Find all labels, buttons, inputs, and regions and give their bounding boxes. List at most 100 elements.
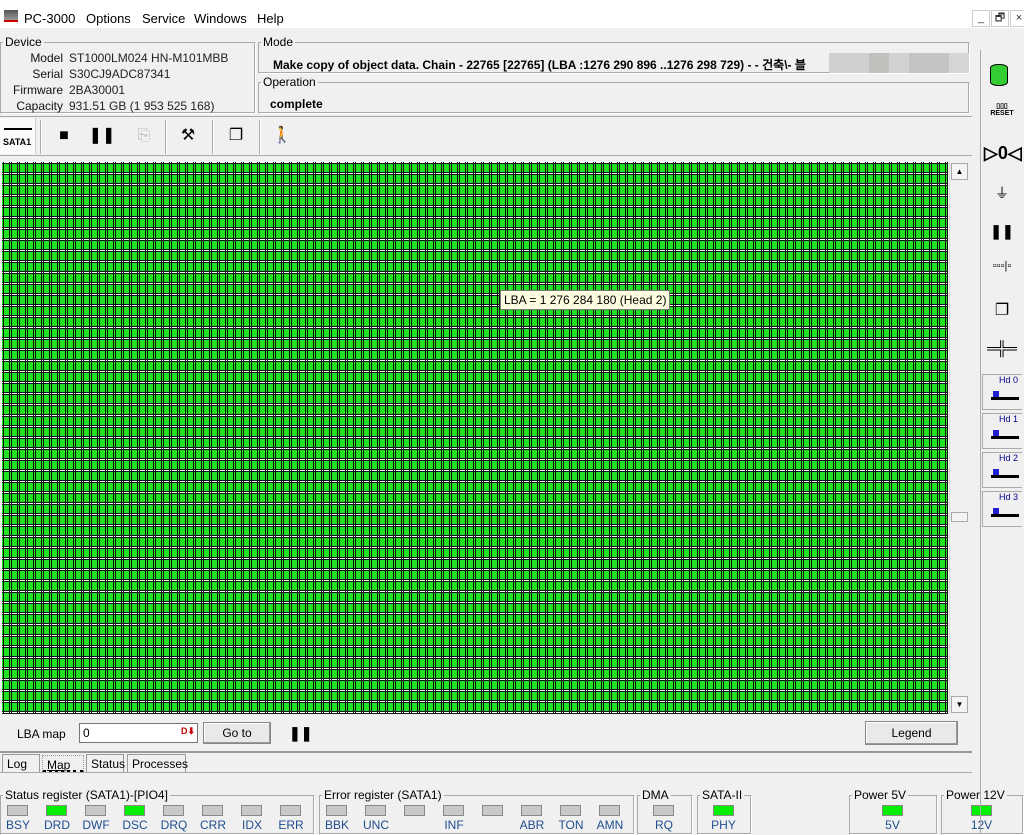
head-1-button[interactable]: Hd 1: [982, 413, 1022, 449]
dec-hex-toggle-icon[interactable]: D⬇: [181, 726, 195, 737]
model-value: ST1000LM024 HN-M101MBB: [69, 51, 229, 65]
close-button[interactable]: ×: [1010, 10, 1024, 27]
mode-text: Make copy of object data. Chain - 22765 …: [273, 58, 806, 72]
restore-button[interactable]: 🗗: [991, 10, 1009, 27]
capacity-value: 931.51 GB (1 953 525 168): [69, 99, 215, 113]
dma-panel: DMA RQ: [637, 788, 693, 835]
menu-bar: PC-3000 Options Service Windows Help _ 🗗…: [0, 0, 1024, 28]
serial-label: Serial: [32, 67, 63, 81]
error-register-led: [599, 805, 620, 816]
head-label: Hd 0: [998, 375, 1018, 385]
map-pause-icon[interactable]: ❚❚: [289, 725, 312, 742]
error-register-led: [365, 805, 386, 816]
operation-panel: Operation complete: [258, 75, 970, 114]
mode-panel: Mode Make copy of object data. Chain - 2…: [258, 35, 970, 74]
tab-map[interactable]: Map: [42, 755, 84, 773]
status-register-bit-label: CRR: [200, 818, 226, 832]
zero-position-icon[interactable]: ▷0◁: [984, 143, 1022, 164]
status-register-bit-label: DSC: [122, 818, 148, 832]
copy-windows-icon[interactable]: ❐: [984, 300, 1020, 320]
lba-input[interactable]: 0 D⬇: [79, 723, 198, 743]
windows-icon[interactable]: ❐: [221, 121, 251, 151]
menu-service[interactable]: Service: [142, 11, 185, 26]
minimize-button[interactable]: _: [972, 10, 990, 27]
scroll-down-button[interactable]: ▼: [951, 696, 968, 713]
error-register-bit-label: ABR: [519, 818, 545, 832]
register-icon[interactable]: ▫▫▫|▫: [984, 260, 1020, 272]
scroll-thumb[interactable]: [951, 512, 968, 522]
head-0-button[interactable]: Hd 0: [982, 374, 1022, 410]
status-register-led: [85, 805, 106, 816]
status-register-led: [124, 805, 145, 816]
status-register-bit-label: ERR: [278, 818, 304, 832]
tab-status[interactable]: Status: [86, 754, 125, 772]
tab-processes[interactable]: Processes: [127, 754, 188, 772]
power-5v-bit-label: 5V: [885, 818, 900, 832]
status-register-bit-label: DRD: [44, 818, 70, 832]
head-connector-icon[interactable]: ═╬═: [984, 340, 1020, 356]
head-3-button[interactable]: Hd 3: [982, 491, 1022, 527]
error-register-bit-label: TON: [558, 818, 584, 832]
export-icon[interactable]: ⎘: [129, 121, 159, 151]
dma-bit-label: RQ: [655, 818, 673, 832]
device-legend: Device: [3, 35, 44, 49]
menu-options[interactable]: Options: [86, 11, 131, 26]
side-pause-icon[interactable]: ❚❚: [984, 223, 1020, 240]
lba-tooltip: LBA = 1 276 284 180 (Head 2): [500, 290, 671, 310]
status-register-led: [7, 805, 28, 816]
operation-text: complete: [270, 97, 323, 111]
goto-button[interactable]: Go to: [203, 722, 271, 744]
firmware-label: Firmware: [13, 83, 63, 97]
capacity-label: Capacity: [16, 99, 63, 113]
sata-led: [712, 805, 734, 816]
error-register-bit-label: INF: [444, 818, 464, 832]
app-title[interactable]: PC-3000: [24, 11, 75, 26]
sata1-port-button[interactable]: SATA1: [0, 118, 36, 154]
error-register-led: [443, 805, 464, 816]
menu-windows[interactable]: Windows: [194, 11, 247, 26]
exit-icon[interactable]: 🚶: [267, 121, 297, 151]
error-register-bit-label: BBK: [324, 818, 349, 832]
status-register-bit-label: IDX: [241, 818, 262, 832]
tools-icon[interactable]: ⚒: [173, 121, 203, 151]
status-register-led: [163, 805, 184, 816]
lba-map-label: LBA map: [17, 727, 66, 741]
reset-counter-icon[interactable]: ▯▯▯ RESET: [984, 102, 1020, 117]
error-register-led: [404, 805, 425, 816]
tab-log[interactable]: Log: [2, 754, 40, 772]
status-register-led: [280, 805, 301, 816]
menu-help[interactable]: Help: [257, 11, 284, 26]
sata-bit-label: PHY: [711, 818, 736, 832]
head-2-button[interactable]: Hd 2: [982, 452, 1022, 488]
power-switch-icon[interactable]: ⏚: [984, 183, 1020, 203]
copy-disk-icon[interactable]: [984, 60, 1020, 90]
legend-button[interactable]: Legend: [865, 721, 958, 745]
redacted-area: [829, 53, 969, 73]
dma-led: [653, 805, 674, 816]
pause-icon[interactable]: ❚❚: [87, 121, 117, 151]
power-5v-legend: Power 5V: [852, 788, 909, 802]
reset-label: RESET: [990, 110, 1014, 117]
error-register-panel: Error register (SATA1) BBK UNC INF ABR TON AMN: [319, 788, 635, 835]
status-register-legend: Status register (SATA1)-[PIO4]: [3, 788, 170, 802]
lba-map-grid[interactable]: [2, 162, 948, 714]
operation-legend: Operation: [261, 75, 318, 89]
mode-legend: Mode: [261, 35, 296, 49]
sata-legend: SATA-II: [700, 788, 745, 802]
status-register-bit-label: DWF: [82, 818, 110, 832]
scroll-up-button[interactable]: ▲: [951, 163, 968, 180]
sata-panel: SATA-II PHY: [697, 788, 752, 835]
stop-icon[interactable]: ■: [49, 121, 79, 151]
app-logo-icon: [4, 10, 18, 22]
error-register-bit-label: UNC: [363, 818, 389, 832]
map-scrollbar[interactable]: ▲ ▼: [949, 162, 968, 714]
error-register-led: [521, 805, 542, 816]
status-register-led: [46, 805, 67, 816]
head-label: Hd 2: [998, 453, 1018, 463]
serial-value: S30CJ9ADC87341: [69, 67, 171, 81]
error-register-led: [326, 805, 347, 816]
error-register-legend: Error register (SATA1): [322, 788, 444, 802]
status-register-led: [202, 805, 223, 816]
head-label: Hd 1: [998, 414, 1018, 424]
error-register-bit-label: AMN: [596, 818, 624, 832]
